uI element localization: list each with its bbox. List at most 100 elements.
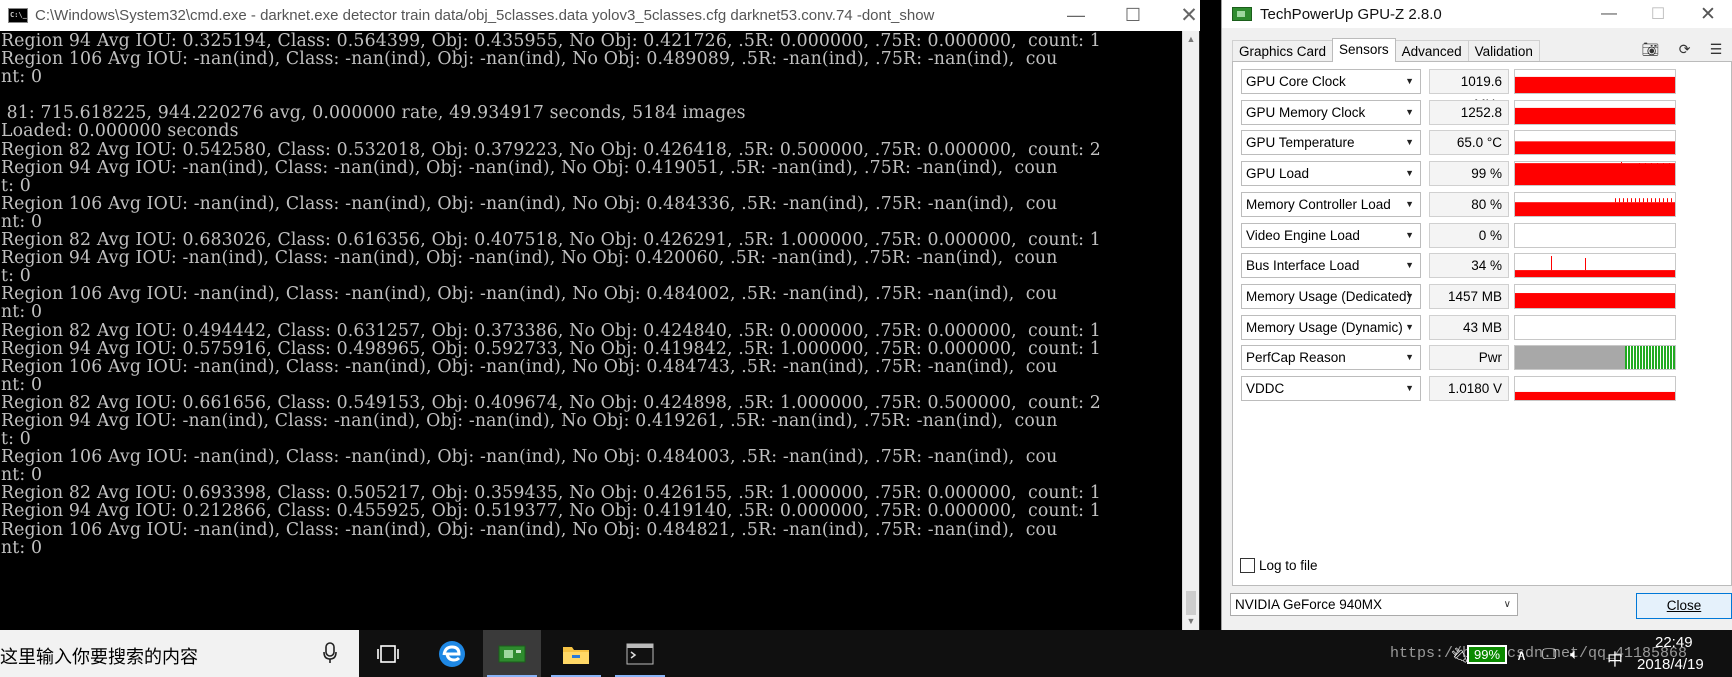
- clock-time[interactable]: 22:49: [1655, 634, 1693, 651]
- graph-fill: [1643, 346, 1645, 370]
- clock-date[interactable]: 2018/4/19: [1637, 656, 1704, 673]
- gpuz-window[interactable]: TechPowerUp GPU-Z 2.8.0 — ☐ ✕ Graphics C…: [1221, 0, 1732, 630]
- console-line: t: 0: [1, 266, 31, 287]
- sensor-label-dropdown[interactable]: Memory Controller Load ▼: [1241, 191, 1421, 217]
- gpu-select-dropdown[interactable]: NVIDIA GeForce 940MX ∨: [1230, 593, 1518, 616]
- gpuz-titlebar[interactable]: TechPowerUp GPU-Z 2.8.0 — ☐ ✕: [1222, 0, 1732, 28]
- cmd-window[interactable]: C:\_ C:\Windows\System32\cmd.exe - darkn…: [0, 0, 1200, 630]
- console-output[interactable]: Region 94 Avg IOU: 0.325194, Class: 0.56…: [0, 31, 1183, 630]
- console-line: Region 106 Avg IOU: -nan(ind), Class: -n…: [1, 356, 1058, 377]
- graph-fill: [1639, 163, 1640, 165]
- graph-fill: [1643, 197, 1644, 202]
- sensor-graph: [1514, 191, 1676, 217]
- sensor-label-dropdown[interactable]: GPU Core Clock ▼: [1241, 69, 1421, 94]
- cmd-minimize-button[interactable]: —: [1047, 0, 1105, 31]
- console-line: nt: 0: [1, 537, 43, 558]
- graph-fill: [1651, 197, 1652, 202]
- gpuz-maximize-button[interactable]: ☐: [1634, 0, 1682, 28]
- sensor-row: GPU Core Clock ▼ 1019.6 MHz: [1241, 69, 1721, 112]
- chevron-up-icon[interactable]: ∧: [1516, 646, 1527, 664]
- graph-fill: [1667, 197, 1668, 202]
- sensor-label-dropdown[interactable]: PerfCap Reason ▼: [1241, 345, 1421, 371]
- graph-fill: [1515, 292, 1675, 308]
- sensor-row: VDDC ▼ 1.0180 V: [1241, 376, 1721, 402]
- scroll-down-icon[interactable]: ▼: [1183, 613, 1199, 630]
- gpuz-taskbar-icon[interactable]: [483, 630, 541, 677]
- log-to-file-checkbox[interactable]: [1240, 558, 1255, 573]
- graph-fill: [1637, 346, 1639, 370]
- tab-validation[interactable]: Validation: [1467, 40, 1540, 62]
- network-icon[interactable]: 🖵︎: [1542, 646, 1556, 663]
- console-line: nt: 0: [1, 465, 43, 486]
- graph-fill: [1635, 197, 1636, 202]
- taskbar-search-box[interactable]: 这里输入你要搜索的内容: [0, 630, 359, 677]
- graph-fill: [1640, 346, 1642, 370]
- sensor-label-dropdown[interactable]: Video Engine Load ▼: [1241, 222, 1421, 248]
- menu-icon[interactable]: ☰: [1710, 41, 1723, 58]
- graph-fill: [1625, 346, 1627, 370]
- graph-fill: [1627, 197, 1628, 202]
- sensor-label: Bus Interface Load: [1246, 258, 1360, 274]
- file-explorer-icon[interactable]: [547, 630, 605, 677]
- edge-browser-icon[interactable]: [423, 630, 481, 677]
- camera-icon[interactable]: 📷︎: [1642, 41, 1660, 58]
- console-line: Region 106 Avg IOU: -nan(ind), Class: -n…: [1, 447, 1058, 468]
- input-method-indicator[interactable]: 中: [1607, 646, 1623, 670]
- cmd-scrollbar[interactable]: ▲ ▼: [1182, 31, 1199, 630]
- log-to-file-label: Log to file: [1259, 558, 1318, 573]
- refresh-icon[interactable]: ⟳: [1679, 41, 1691, 58]
- sensor-label-dropdown[interactable]: GPU Temperature ▼: [1241, 130, 1421, 156]
- sensor-row: Video Engine Load ▼ 0 %: [1241, 222, 1721, 249]
- microphone-icon[interactable]: [323, 642, 337, 664]
- graph-fill: [1515, 346, 1625, 370]
- cmd-maximize-button[interactable]: ☐: [1104, 0, 1162, 31]
- sensor-value: 1457 MB: [1429, 283, 1509, 309]
- graph-fill: [1649, 346, 1651, 370]
- sensor-label-dropdown[interactable]: VDDC ▼: [1241, 376, 1421, 401]
- sensor-row: PerfCap Reason ▼ Pwr: [1241, 345, 1721, 371]
- tab-graphics-card[interactable]: Graphics Card: [1232, 40, 1334, 62]
- graph-fill: [1515, 163, 1675, 186]
- dropdown-arrow-icon: ▼: [1405, 383, 1414, 393]
- graph-fill: [1634, 346, 1636, 370]
- scrollbar-thumb[interactable]: [1186, 591, 1196, 615]
- cmd-close-button[interactable]: ✕: [1160, 0, 1218, 31]
- gpuz-close-button[interactable]: ✕: [1684, 0, 1732, 28]
- console-line: Region 94 Avg IOU: 0.325194, Class: 0.56…: [1, 31, 1101, 51]
- volume-icon[interactable]: 🔈︎: [1570, 646, 1579, 663]
- dropdown-arrow-icon: ▼: [1405, 321, 1414, 332]
- dropdown-arrow-icon: ▼: [1405, 168, 1414, 179]
- sensor-label-dropdown[interactable]: Memory Usage (Dedicated) ▼: [1241, 283, 1421, 309]
- console-line: Region 82 Avg IOU: 0.693398, Class: 0.50…: [1, 483, 1101, 504]
- battery-indicator[interactable]: 99%: [1467, 645, 1507, 664]
- close-button[interactable]: Close: [1636, 593, 1732, 619]
- dropdown-arrow-icon: ▼: [1405, 76, 1414, 86]
- graph-fill: [1551, 256, 1552, 271]
- sensor-graph: [1514, 99, 1676, 125]
- console-line: Region 106 Avg IOU: -nan(ind), Class: -n…: [1, 193, 1058, 214]
- cmd-taskbar-icon[interactable]: [611, 630, 669, 677]
- tab-advanced[interactable]: Advanced: [1394, 40, 1469, 62]
- task-view-icon[interactable]: [359, 630, 417, 677]
- console-line: Region 94 Avg IOU: -nan(ind), Class: -na…: [1, 248, 1058, 269]
- sensor-label-dropdown[interactable]: Bus Interface Load ▼: [1241, 253, 1421, 279]
- console-line: Region 82 Avg IOU: 0.542580, Class: 0.53…: [1, 139, 1101, 160]
- dropdown-arrow-icon: ▼: [1405, 106, 1414, 117]
- log-to-file-row[interactable]: Log to file: [1240, 558, 1318, 573]
- dropdown-arrow-icon: ▼: [1405, 137, 1414, 148]
- sensor-label: PerfCap Reason: [1246, 350, 1346, 366]
- gpu-select-value: NVIDIA GeForce 940MX: [1235, 597, 1383, 612]
- sensor-label-dropdown[interactable]: Memory Usage (Dynamic) ▼: [1241, 314, 1421, 340]
- graph-fill: [1639, 197, 1640, 202]
- tab-sensors[interactable]: Sensors: [1332, 38, 1396, 62]
- console-line: 81: 715.618225, 944.220276 avg, 0.000000…: [1, 103, 746, 124]
- graph-fill: [1515, 107, 1675, 124]
- gpuz-minimize-button[interactable]: —: [1585, 0, 1633, 28]
- cmd-window-title: C:\Windows\System32\cmd.exe - darknet.ex…: [35, 7, 935, 24]
- sensor-label-dropdown[interactable]: GPU Memory Clock ▼: [1241, 99, 1421, 125]
- graph-fill: [1667, 346, 1669, 370]
- cmd-titlebar[interactable]: C:\_ C:\Windows\System32\cmd.exe - darkn…: [0, 0, 1200, 31]
- sensor-label-dropdown[interactable]: GPU Load ▼: [1241, 161, 1421, 187]
- scroll-up-icon[interactable]: ▲: [1183, 31, 1199, 48]
- console-line: Region 106 Avg IOU: -nan(ind), Class: -n…: [1, 284, 1058, 305]
